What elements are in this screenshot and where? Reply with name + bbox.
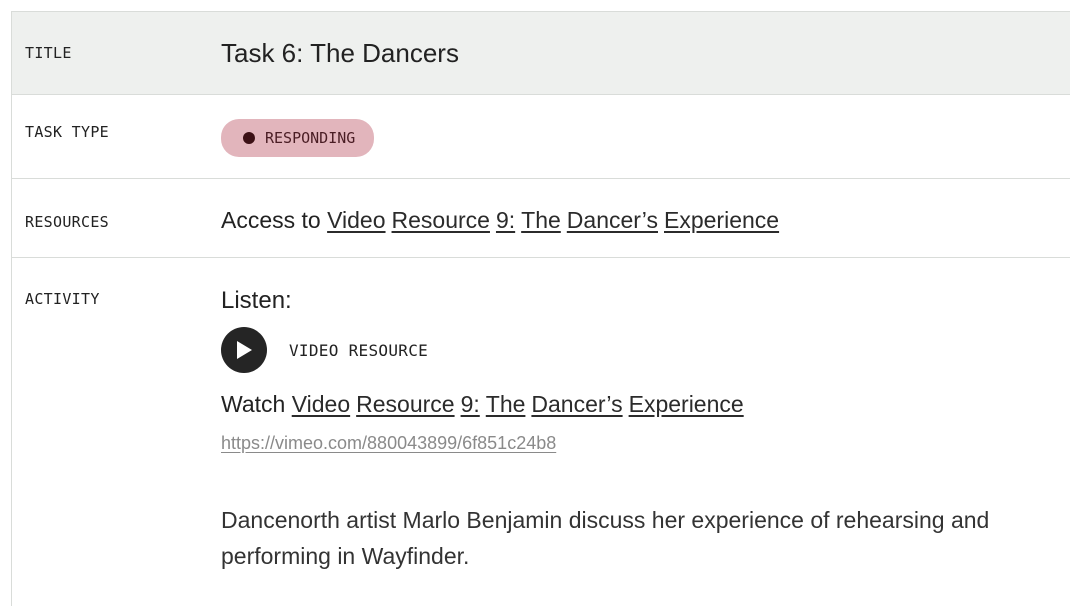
status-badge: RESPONDING <box>221 119 375 157</box>
resources-prefix: Access to <box>221 207 321 233</box>
resource-link-word[interactable]: Dancer’s <box>567 207 658 233</box>
activity-value: Listen: VIDEO RESOURCE Watch Video Resour… <box>221 287 1070 574</box>
resource-link-word[interactable]: Experience <box>664 207 779 233</box>
page-title: Task 6: The Dancers <box>221 37 459 68</box>
watch-link-word[interactable]: Dancer’s <box>531 391 622 417</box>
resource-link-word[interactable]: Video <box>327 207 385 233</box>
watch-link-word[interactable]: 9: <box>461 391 480 417</box>
activity-row: ACTIVITY Listen: VIDEO RESOURCE Watch Vi… <box>12 258 1070 574</box>
play-icon[interactable] <box>221 327 267 373</box>
watch-prefix: Watch <box>221 391 286 417</box>
resources-label: RESOURCES <box>25 213 109 231</box>
task-table: TITLE Task 6: The Dancers TASK TYPE RESP… <box>11 11 1070 606</box>
watch-line: Watch Video Resource 9: The Dancer’s Experien… <box>221 391 1070 418</box>
task-type-value: RESPONDING <box>221 119 1070 178</box>
resources-value: Access to Video Resource 9: The Dancer’s Expe… <box>221 207 1070 257</box>
video-resource-label: VIDEO RESOURCE <box>289 340 429 360</box>
watch-link-word[interactable]: Experience <box>629 391 744 417</box>
resource-link-word[interactable]: 9: <box>496 207 515 233</box>
resource-link-word[interactable]: The <box>521 207 561 233</box>
task-type-label: TASK TYPE <box>25 123 109 141</box>
watch-link-word[interactable]: Resource <box>356 391 454 417</box>
activity-label: ACTIVITY <box>25 290 100 308</box>
dot-icon <box>243 132 255 144</box>
video-resource: VIDEO RESOURCE <box>221 327 1070 373</box>
activity-description: Dancenorth artist Marlo Benjamin discuss… <box>221 507 990 569</box>
watch-link-word[interactable]: The <box>486 391 526 417</box>
title-label: TITLE <box>25 44 72 62</box>
resource-link-word[interactable]: Resource <box>392 207 490 233</box>
badge-text: RESPONDING <box>265 129 356 147</box>
resources-row: RESOURCES Access to Video Resource 9: The Da… <box>12 179 1070 258</box>
title-row: TITLE Task 6: The Dancers <box>12 12 1070 95</box>
video-url-link[interactable]: https://vimeo.com/880043899/6f851c24b8 <box>221 433 556 454</box>
watch-link-word[interactable]: Video <box>292 391 350 417</box>
activity-heading: Listen: <box>221 287 292 314</box>
task-type-row: TASK TYPE RESPONDING <box>12 95 1070 179</box>
